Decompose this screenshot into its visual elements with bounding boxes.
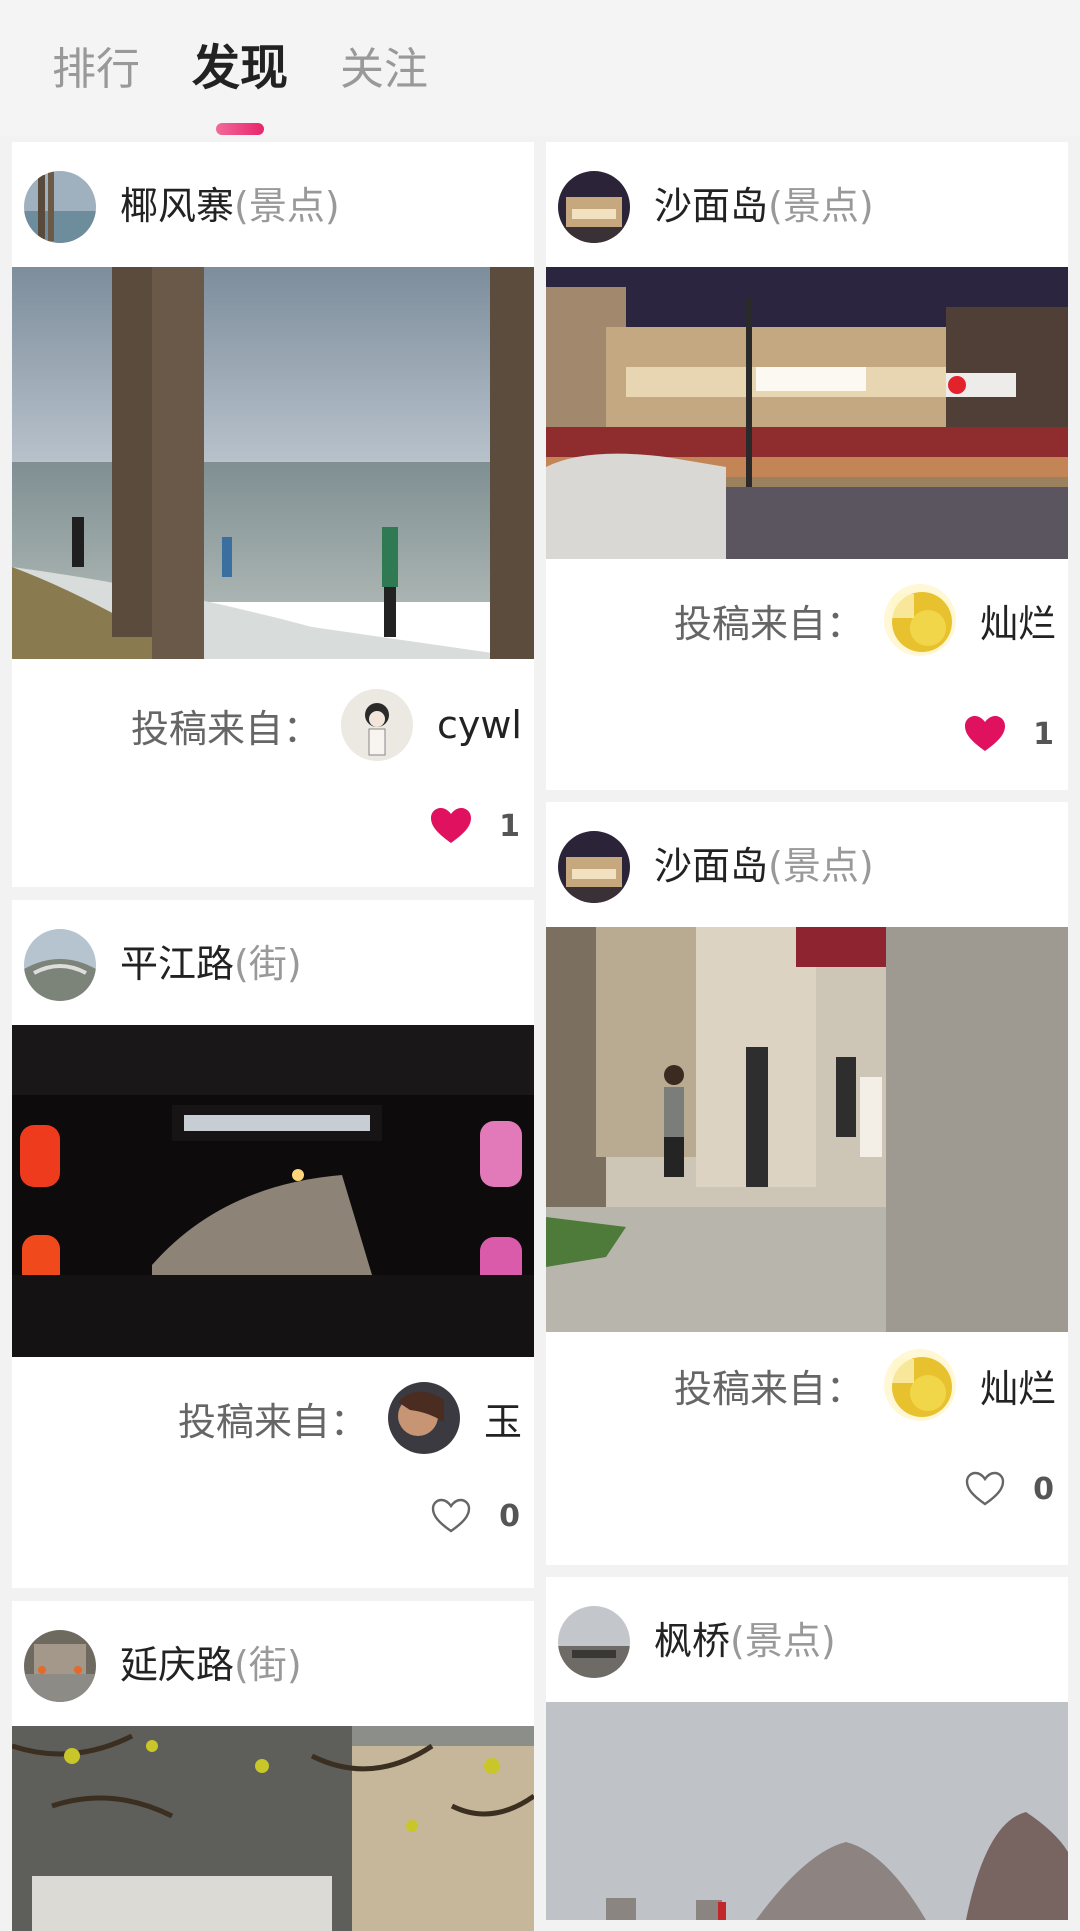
- place-avatar[interactable]: [24, 1630, 96, 1702]
- card-header: 枫桥(景点): [546, 1577, 1068, 1702]
- place-avatar[interactable]: [558, 831, 630, 903]
- place-name: 沙面岛: [654, 844, 769, 888]
- like-row[interactable]: 1: [965, 710, 1054, 758]
- heart-outline-icon[interactable]: [965, 1470, 1005, 1508]
- submitter-name[interactable]: 灿烂: [980, 1358, 1056, 1413]
- tab-discover[interactable]: 发现: [192, 38, 288, 98]
- place-title[interactable]: 椰风寨(景点): [120, 180, 340, 232]
- top-tab-bar: 排行 发现 关注: [0, 0, 1080, 136]
- submitted-by-label: 投稿来自：: [177, 1399, 368, 1444]
- submitted-by-label: 投稿来自：: [673, 1366, 864, 1411]
- post-photo[interactable]: [546, 267, 1068, 559]
- tab-following[interactable]: 关注: [340, 40, 428, 100]
- place-title[interactable]: 枫桥(景点): [654, 1615, 836, 1667]
- post-card[interactable]: 沙面岛(景点) 投稿来自：: [546, 802, 1068, 1565]
- like-count: 1: [499, 808, 520, 844]
- place-name: 枫桥: [654, 1619, 731, 1663]
- tab-ranking[interactable]: 排行: [52, 40, 140, 100]
- post-photo[interactable]: [546, 927, 1068, 1332]
- place-avatar[interactable]: [558, 1606, 630, 1678]
- card-header: 延庆路(街): [12, 1601, 534, 1726]
- place-name: 沙面岛: [654, 184, 769, 228]
- post-photo[interactable]: [12, 1025, 534, 1357]
- place-title[interactable]: 沙面岛(景点): [654, 840, 874, 892]
- submitter-name[interactable]: 玉: [484, 1391, 522, 1446]
- place-title[interactable]: 平江路(街): [120, 938, 302, 990]
- place-avatar[interactable]: [24, 171, 96, 243]
- like-count: 1: [1033, 716, 1054, 752]
- card-header: 椰风寨(景点): [12, 142, 534, 267]
- place-name: 椰风寨: [120, 184, 235, 228]
- place-title[interactable]: 延庆路(街): [120, 1639, 302, 1691]
- submitter-avatar[interactable]: [883, 584, 956, 656]
- place-avatar[interactable]: [558, 171, 630, 243]
- like-row[interactable]: 0: [965, 1465, 1054, 1513]
- card-header: 平江路(街): [12, 900, 534, 1025]
- like-row[interactable]: 0: [431, 1492, 520, 1540]
- place-name: 平江路: [120, 942, 235, 986]
- place-name: 延庆路: [120, 1643, 235, 1687]
- submitter-row[interactable]: 投稿来自： 灿烂: [674, 1347, 1056, 1423]
- post-photo[interactable]: [12, 267, 534, 659]
- submitter-row[interactable]: 投稿来自： 玉: [178, 1380, 522, 1456]
- post-card[interactable]: 延庆路(街): [12, 1601, 534, 1931]
- place-kind: (景点): [768, 844, 874, 888]
- place-kind: (景点): [768, 184, 874, 228]
- place-kind: (景点): [730, 1619, 836, 1663]
- place-kind: (景点): [234, 184, 340, 228]
- submitter-row[interactable]: 投稿来自： cywl: [131, 687, 522, 763]
- post-card[interactable]: 椰风寨(景点) 投稿来自： cywl 1: [12, 142, 534, 887]
- card-header: 沙面岛(景点): [546, 142, 1068, 267]
- heart-filled-icon[interactable]: [431, 807, 472, 845]
- post-card[interactable]: 平江路(街) 投稿来自： 玉 0: [12, 900, 534, 1588]
- post-photo[interactable]: [12, 1726, 534, 1931]
- place-kind: (街): [234, 942, 302, 986]
- submitted-by-label: 投稿来自：: [673, 601, 864, 646]
- place-title[interactable]: 沙面岛(景点): [654, 180, 874, 232]
- post-photo[interactable]: [546, 1702, 1068, 1920]
- submitted-by-label: 投稿来自：: [130, 706, 321, 751]
- like-row[interactable]: 1: [431, 802, 520, 850]
- place-avatar[interactable]: [24, 929, 96, 1001]
- submitter-avatar[interactable]: [387, 1382, 460, 1454]
- active-tab-indicator: [216, 123, 264, 135]
- heart-filled-icon[interactable]: [965, 715, 1006, 753]
- submitter-name[interactable]: 灿烂: [980, 593, 1056, 648]
- like-count: 0: [1033, 1471, 1054, 1507]
- post-card[interactable]: 枫桥(景点): [546, 1577, 1068, 1920]
- place-kind: (街): [234, 1643, 302, 1687]
- submitter-row[interactable]: 投稿来自： 灿烂: [674, 582, 1056, 658]
- submitter-name[interactable]: cywl: [437, 703, 522, 747]
- like-count: 0: [499, 1498, 520, 1534]
- card-header: 沙面岛(景点): [546, 802, 1068, 927]
- post-card[interactable]: 沙面岛(景点) 投稿来自：: [546, 142, 1068, 790]
- submitter-avatar[interactable]: [883, 1349, 956, 1421]
- submitter-avatar[interactable]: [340, 689, 413, 761]
- heart-outline-icon[interactable]: [431, 1497, 471, 1535]
